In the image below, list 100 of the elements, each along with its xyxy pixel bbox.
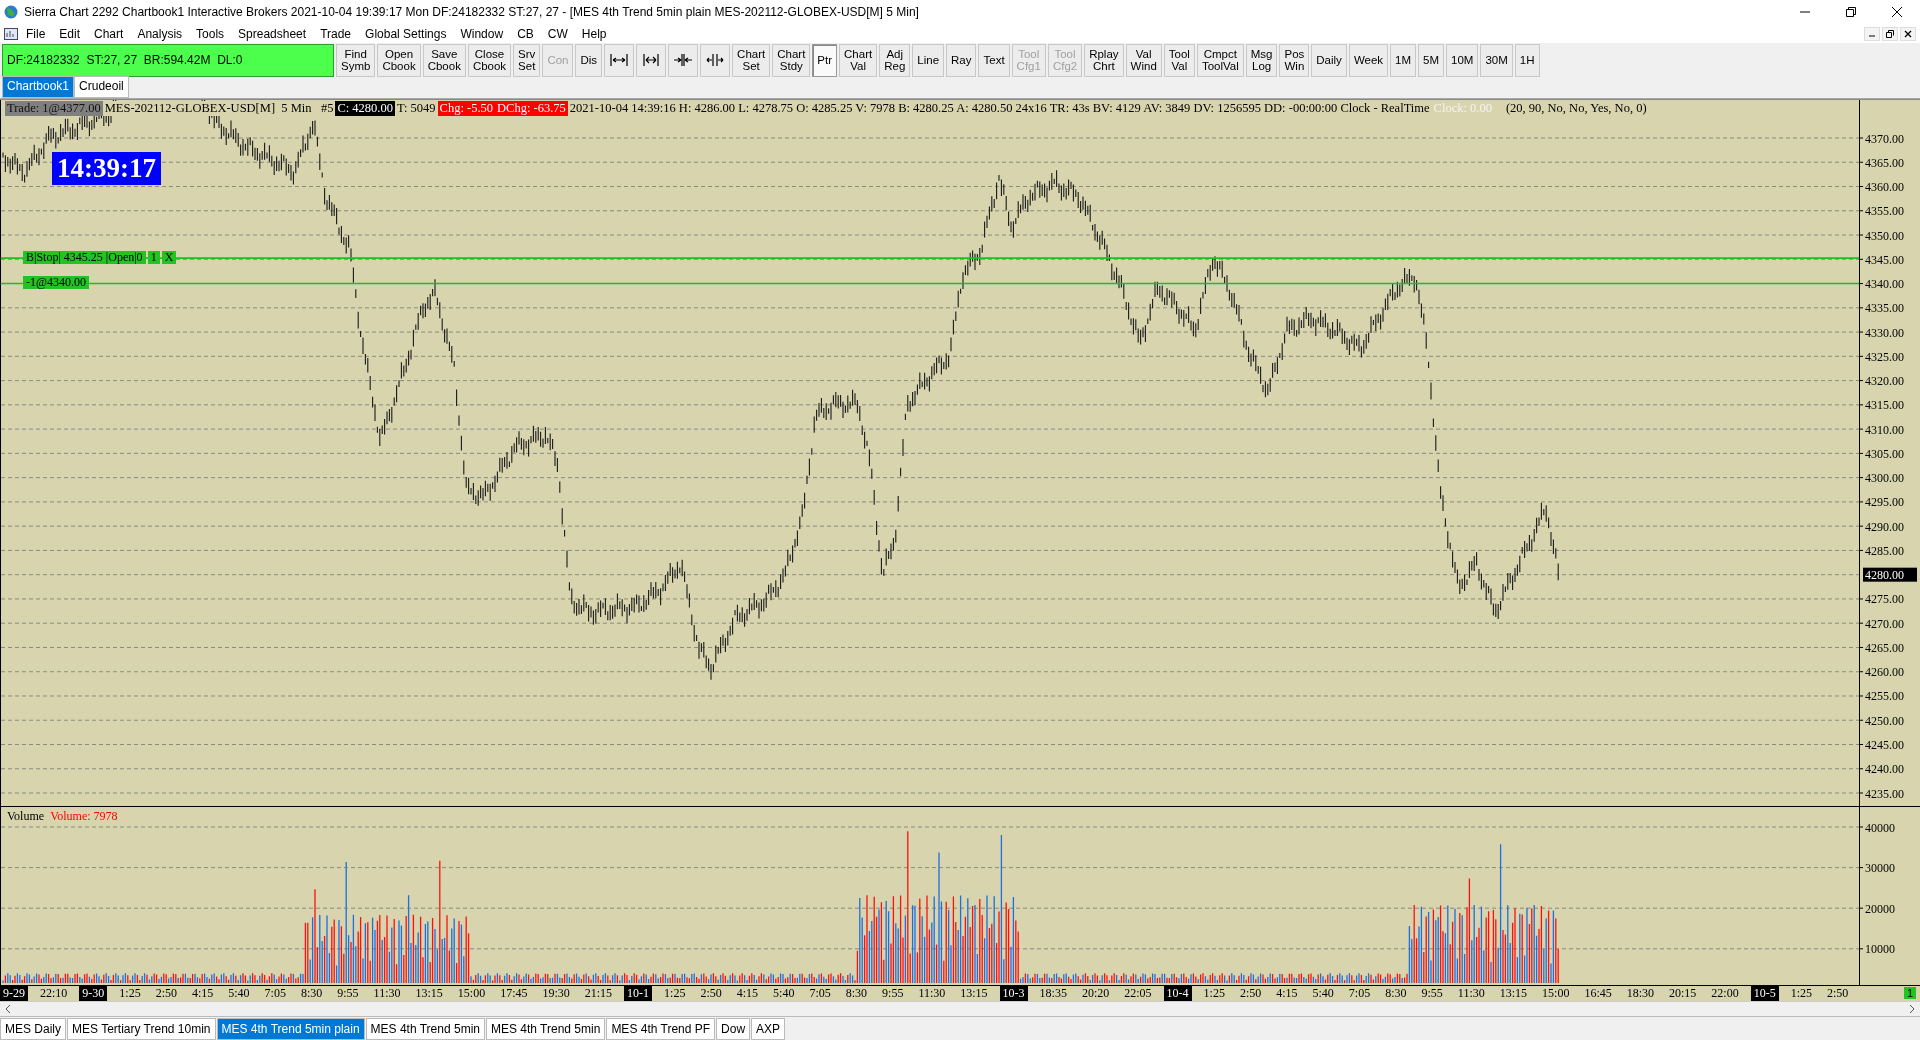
minimize-button[interactable] (1864, 26, 1880, 41)
price-axis-label: 4270.00 (1865, 616, 1905, 631)
menu-item[interactable]: CW (541, 26, 574, 41)
clock-display: 14:39:17 (52, 151, 161, 185)
app-globe-icon (4, 5, 18, 19)
price-axis-label: 4330.00 (1865, 325, 1905, 340)
toolbar-button[interactable]: Tool Val (1163, 44, 1195, 77)
toolbar-button[interactable] (700, 44, 731, 77)
chart-tab[interactable]: MES 4th Trend 5min plain (216, 1017, 365, 1040)
menu-item[interactable]: Tools (190, 26, 231, 41)
toolbar-button[interactable]: Cmpct ToolVal (1196, 44, 1244, 77)
time-label: 18:35 (1038, 985, 1068, 1001)
menu-item[interactable]: CB (511, 26, 540, 41)
toolbar-button[interactable]: Close Cbook (467, 44, 512, 77)
toolbar-button[interactable]: Ray (946, 44, 977, 77)
volume-label: Volume (7, 808, 45, 824)
price-axis-label: 4285.00 (1865, 543, 1905, 558)
time-label: 8:30 (299, 985, 324, 1001)
menu-item[interactable]: Spreadsheet (232, 26, 313, 41)
time-label: 22:05 (1123, 985, 1153, 1001)
toolbar-button[interactable]: Ptr (812, 44, 838, 77)
toolbar-button[interactable]: Dis (575, 44, 603, 77)
time-label: 1:25 (1202, 985, 1226, 1001)
menu-item[interactable]: Window (454, 26, 510, 41)
menu-item[interactable]: Help (575, 26, 613, 41)
time-label: 5:40 (1311, 985, 1335, 1001)
toolbar-button[interactable]: Adj Reg (879, 44, 911, 77)
toolbar-button[interactable]: Chart Set (732, 44, 771, 77)
toolbar-button[interactable]: Find Symb (336, 44, 376, 77)
toolbar-button[interactable]: Pos Win (1279, 44, 1310, 77)
toolbar-button[interactable]: Daily (1311, 44, 1347, 77)
price-axis-label: 4305.00 (1865, 446, 1905, 461)
chart-tab[interactable]: MES 4th Trend 5min (486, 1017, 606, 1040)
time-label: 4:15 (735, 985, 760, 1001)
toolbar-button[interactable]: 1H (1514, 44, 1540, 77)
toolbar-button[interactable]: 10M (1446, 44, 1479, 77)
order-tag[interactable]: 1 (147, 250, 160, 264)
time-label: 2:50 (1238, 985, 1263, 1001)
toolbar-button[interactable]: Text (978, 44, 1010, 77)
time-label: 9:55 (881, 985, 905, 1001)
menu-item[interactable]: File (20, 26, 52, 41)
time-label: 11:30 (372, 985, 402, 1001)
close-button[interactable] (1900, 26, 1916, 41)
chart-tab[interactable]: MES Daily (0, 1017, 66, 1040)
toolbar-button[interactable] (668, 44, 699, 77)
chart-tab[interactable]: MES 4th Trend 5min (365, 1017, 485, 1040)
toolbar-button[interactable] (604, 44, 635, 77)
price-axis-label: 4290.00 (1865, 519, 1905, 534)
time-label: 22:10 (39, 985, 69, 1001)
chartbook-tab[interactable]: Chartbook1 (2, 75, 75, 98)
chart-tab[interactable]: Dow (716, 1017, 751, 1040)
menu-item[interactable]: Chart (88, 26, 130, 41)
menu-item[interactable]: Analysis (131, 26, 189, 41)
chart-tab[interactable]: MES 4th Trend PF (606, 1017, 716, 1040)
toolbar-button[interactable]: Chart Stdy (772, 44, 811, 77)
chart-tab[interactable]: MES Tertiary Trend 10min (67, 1017, 216, 1040)
chevron-right-icon (1909, 1005, 1915, 1013)
window-title: Sierra Chart 2292 Chartbook1 Interactive Brokers 2021-10-04 19:39:17 Mon DF:24182332 ST:27, 27 - [MES 4th Trend 5min plain MES-202112-GLOBEX-USD[M] 5 Min] (24, 5, 920, 19)
price-axis-label: 4360.00 (1865, 179, 1905, 194)
price-axis-label: 4340.00 (1865, 276, 1905, 291)
menu-item[interactable]: Edit (53, 26, 87, 41)
chartbook-tab[interactable]: Crudeoil (74, 75, 129, 98)
price-axis-label: 4260.00 (1865, 664, 1905, 679)
order-tag[interactable]: B|Stop| 4345.25 |Open|0 (23, 250, 146, 264)
time-label: 2:50 (154, 985, 178, 1001)
order-tag[interactable]: -1@4340.00 (23, 276, 90, 290)
toolbar-button[interactable]: Line (912, 44, 945, 77)
menu-item[interactable]: Global Settings (359, 26, 453, 41)
chart-window-icon[interactable] (4, 27, 18, 40)
price-axis-label: 4250.00 (1865, 713, 1905, 728)
toolbar-button[interactable]: 5M (1418, 44, 1445, 77)
toolbar-button[interactable]: Msg Log (1245, 44, 1278, 77)
chart-info-text: C: 4280.00 (335, 100, 395, 116)
order-tag[interactable]: X (161, 250, 177, 264)
close-icon (1892, 7, 1902, 17)
restore-icon (1886, 29, 1894, 38)
menu-item[interactable]: Trade (314, 26, 358, 41)
chart-info-text: Chg: -5.50 (437, 100, 496, 116)
toolbar-button[interactable]: Srv Set (513, 44, 541, 77)
time-label: 22:00 (1710, 985, 1740, 1001)
toolbar-button[interactable]: Val Wind (1125, 44, 1162, 77)
chart-tab[interactable]: AXP (751, 1017, 786, 1040)
toolbar-button[interactable]: Open Cbook (377, 44, 421, 77)
time-label: 11:30 (1456, 985, 1486, 1001)
time-label: 17:45 (499, 985, 529, 1001)
toolbar-button[interactable] (636, 44, 667, 77)
time-label: 5:40 (227, 985, 251, 1001)
toolbar-button[interactable]: Rplay Chrt (1084, 44, 1124, 77)
toolbar-button[interactable]: Chart Val (839, 44, 878, 77)
price-axis-label: 4295.00 (1865, 495, 1905, 510)
restore-button[interactable] (1882, 26, 1898, 41)
toolbar-button[interactable]: Save Cbook (422, 44, 466, 77)
time-label: 15:00 (456, 985, 487, 1001)
time-label: 20:15 (1668, 985, 1698, 1001)
toolbar-button[interactable]: 1M (1390, 44, 1417, 77)
time-label: 4:15 (1275, 985, 1299, 1001)
price-axis-label: 4320.00 (1865, 373, 1905, 388)
toolbar-button[interactable]: Week (1348, 44, 1389, 77)
price-axis-label: 4315.00 (1865, 398, 1905, 413)
toolbar-button[interactable]: 30M (1480, 44, 1513, 77)
